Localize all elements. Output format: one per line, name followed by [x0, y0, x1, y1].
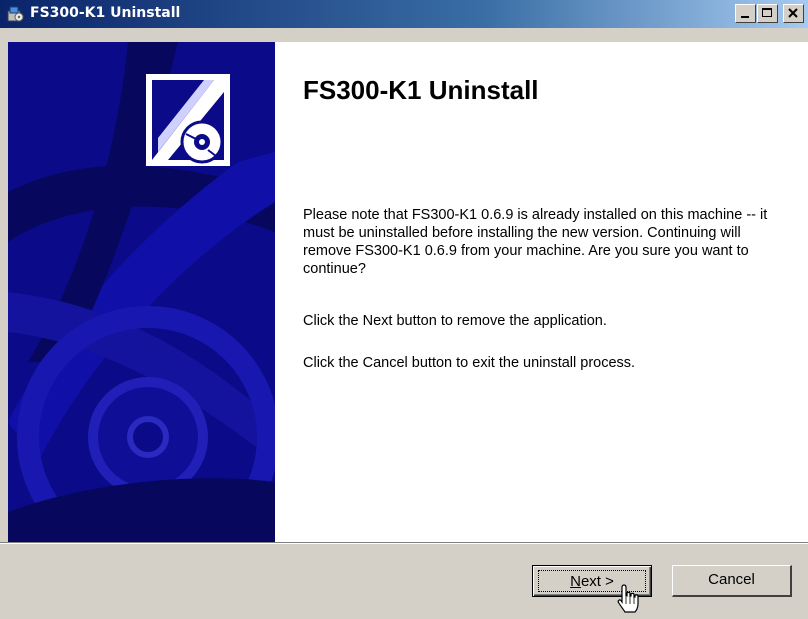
installer-logo-icon — [146, 74, 230, 166]
cancel-instruction-text: Click the Cancel button to exit the unin… — [303, 355, 636, 371]
minimize-button[interactable] — [735, 4, 756, 23]
uninstall-notice-text: Please note that FS300-K1 0.6.9 is alrea… — [303, 207, 768, 277]
minimize-icon — [741, 16, 749, 18]
maximize-button[interactable] — [757, 4, 778, 23]
separator-highlight — [0, 543, 808, 544]
installer-icon[interactable] — [6, 5, 24, 23]
window-title: FS300-K1 Uninstall — [30, 5, 181, 21]
close-button[interactable] — [783, 4, 804, 23]
title-bar[interactable]: FS300-K1 Uninstall — [0, 0, 808, 28]
maximize-icon — [762, 8, 772, 17]
content-panel: FS300-K1 Uninstall Please note that FS30… — [275, 42, 808, 542]
wizard-banner — [8, 42, 275, 542]
next-instruction-text: Click the Next button to remove the appl… — [303, 313, 607, 329]
hand-cursor-icon — [617, 584, 639, 613]
banner-artwork — [8, 42, 275, 542]
uninstall-dialog: FS300-K1 Uninstall FS300-K1 Uninstall Pl… — [0, 0, 808, 619]
cancel-button[interactable]: Cancel — [672, 565, 792, 597]
close-icon — [788, 8, 798, 18]
page-title: FS300-K1 Uninstall — [303, 75, 539, 105]
next-mnemonic: N — [570, 573, 581, 590]
next-button-label: ext > — [580, 573, 614, 590]
